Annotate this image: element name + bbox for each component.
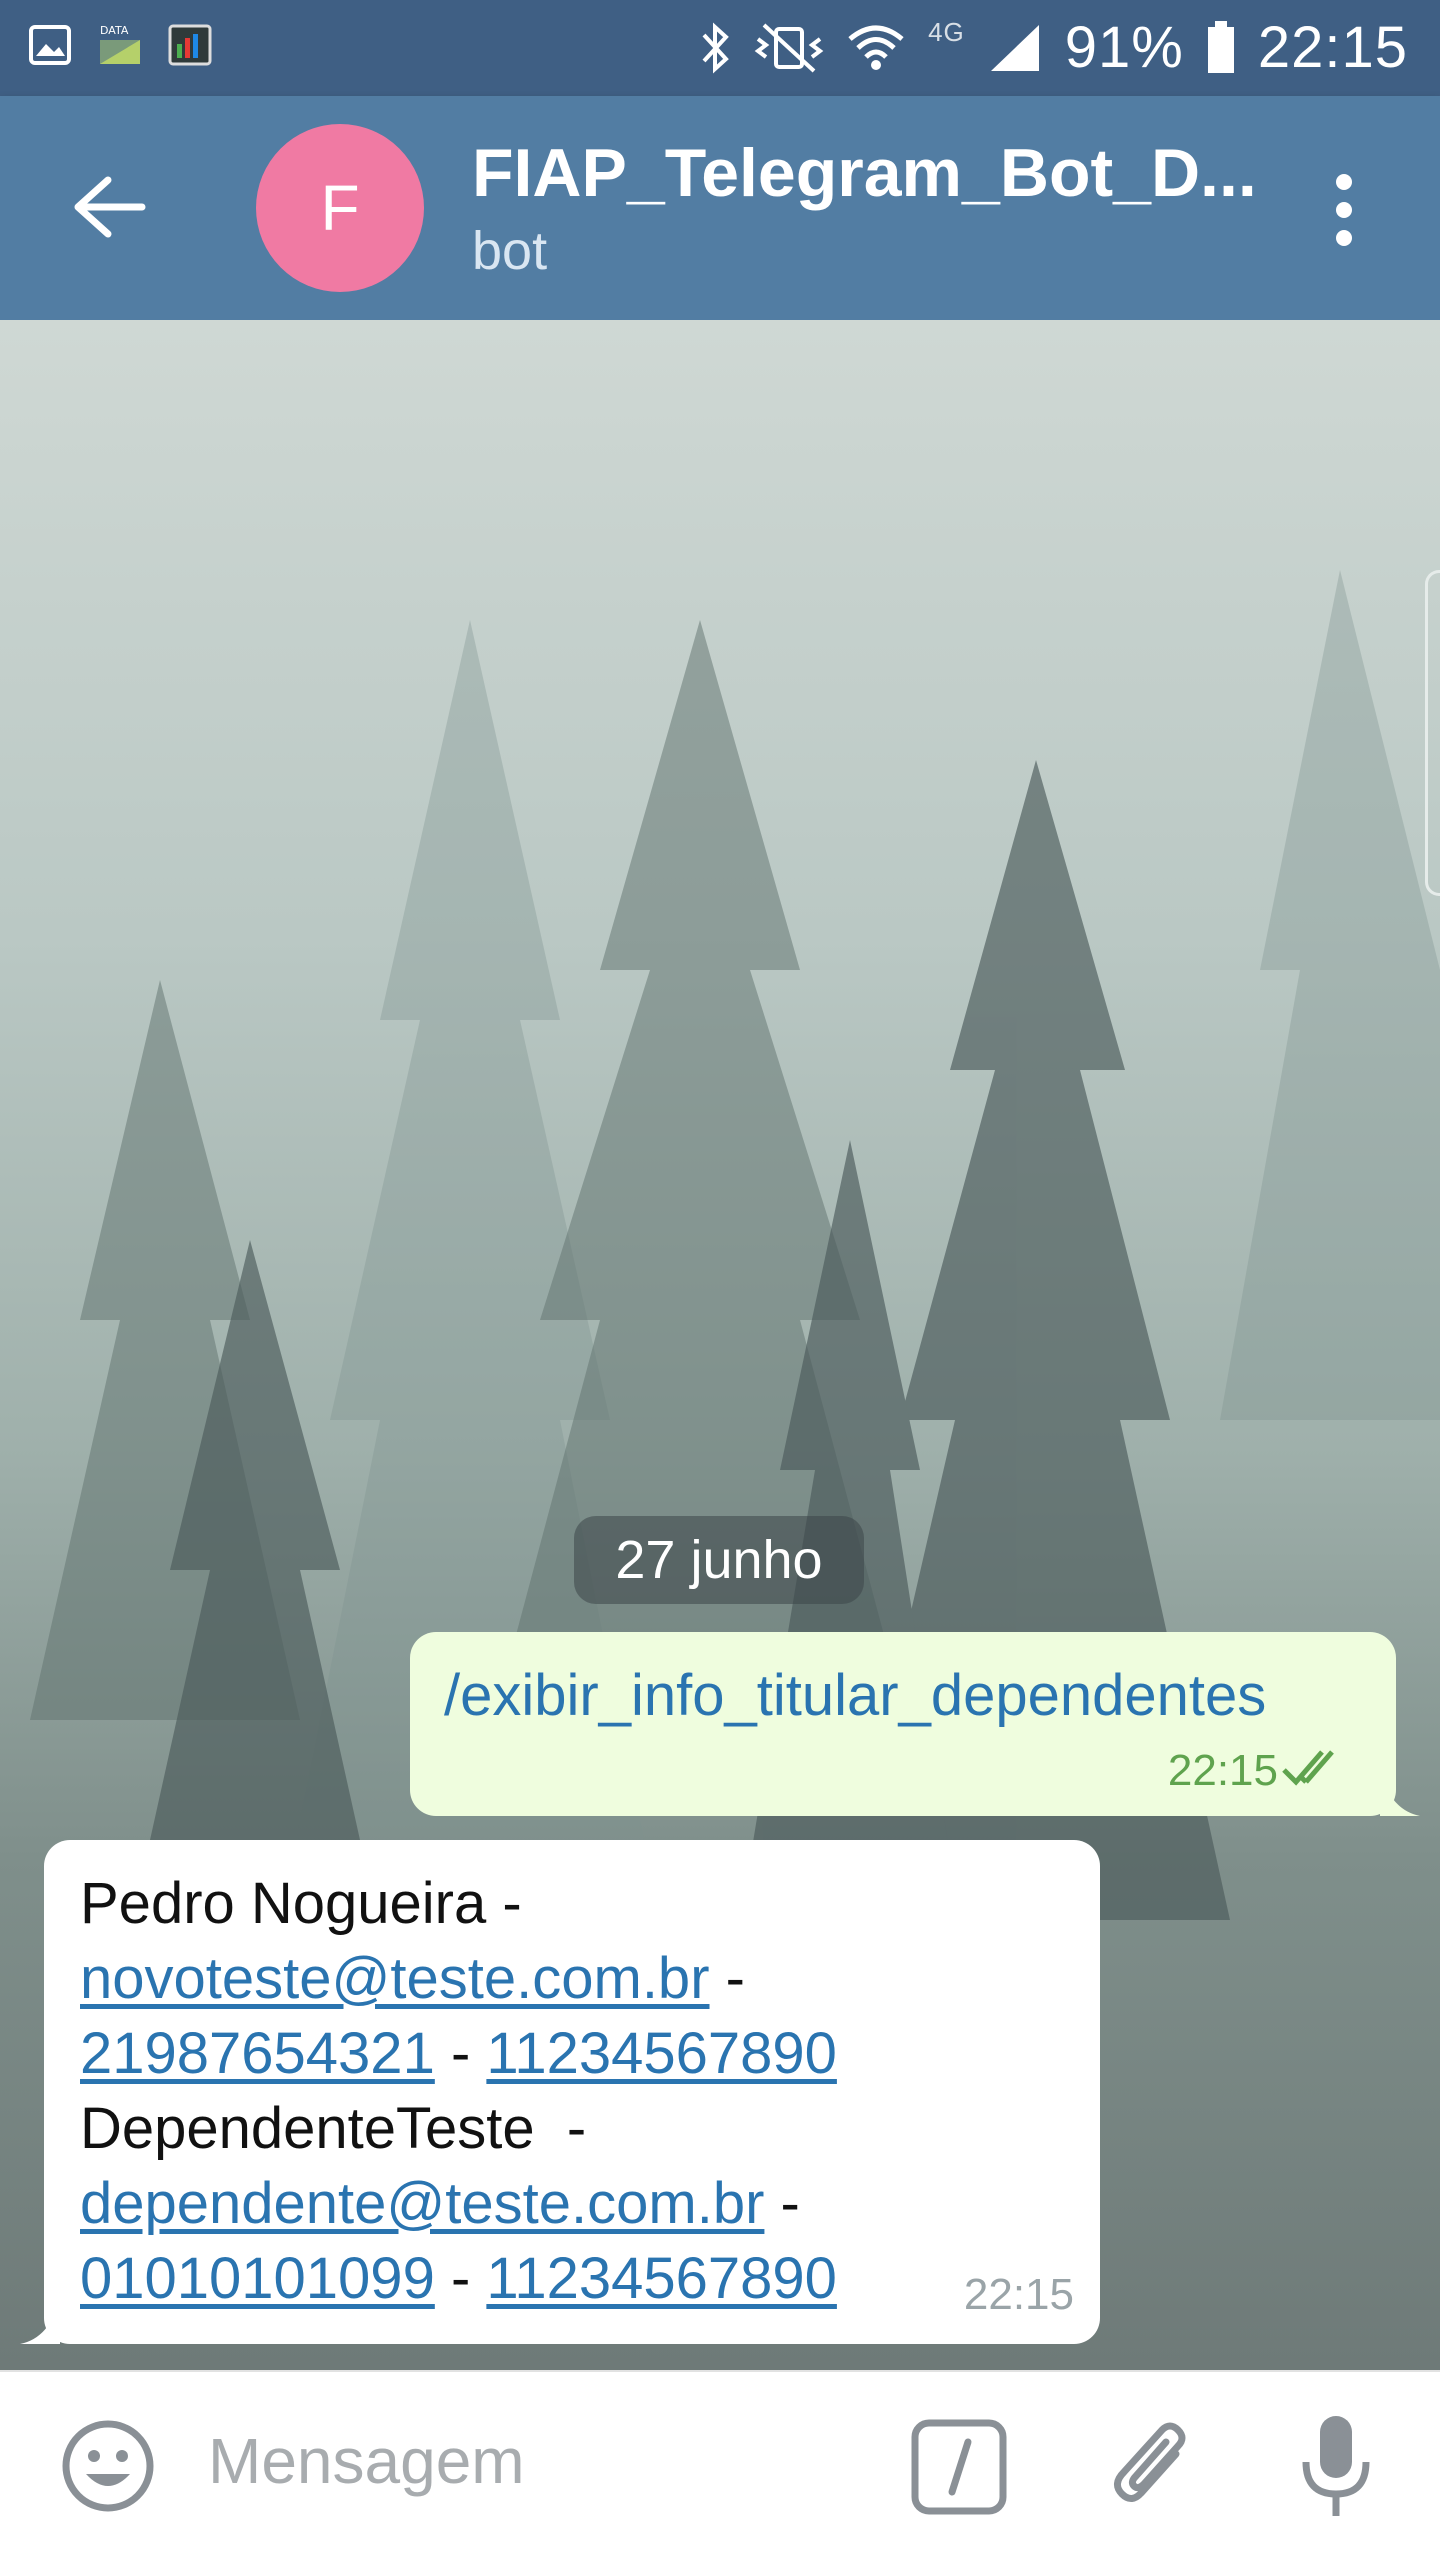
- chat-header: F FIAP_Telegram_Bot_D... bot: [0, 96, 1440, 320]
- separator-text: -: [709, 1946, 745, 2011]
- outgoing-message-text[interactable]: /exibir_info_titular_dependentes: [444, 1662, 1266, 1729]
- chat-title[interactable]: FIAP_Telegram_Bot_D...: [472, 134, 1257, 212]
- battery-icon: [1207, 20, 1234, 73]
- wifi-icon: [848, 25, 904, 70]
- message-input-bar: Mensagem: [0, 2370, 1440, 2562]
- signal-icon: [990, 24, 1039, 71]
- phone-link[interactable]: 21987654321: [80, 2021, 435, 2086]
- message-time: 22:15: [963, 2270, 1074, 2319]
- attach-icon[interactable]: [1106, 2414, 1198, 2518]
- microphone-icon[interactable]: [1298, 2412, 1374, 2522]
- incoming-message-text: Pedro Nogueira - novoteste@teste.com.br …: [80, 1866, 837, 2316]
- email-link[interactable]: dependente@teste.com.br: [80, 2171, 764, 2236]
- dependente-name-line: DependenteTeste -: [80, 2096, 587, 2161]
- incoming-message[interactable]: Pedro Nogueira - novoteste@teste.com.br …: [44, 1840, 1100, 2344]
- emoji-icon[interactable]: [60, 2418, 156, 2514]
- status-left-icons: DATA: [28, 22, 212, 68]
- outgoing-message[interactable]: /exibir_info_titular_dependentes 22:15: [410, 1632, 1396, 1816]
- more-menu-icon[interactable]: [1320, 172, 1368, 248]
- bot-command-icon[interactable]: [910, 2418, 1008, 2516]
- bluetooth-icon: [702, 21, 729, 74]
- separator-text: -: [764, 2171, 800, 2236]
- status-bar: DATA 4G 91% 22:15: [0, 0, 1440, 96]
- double-check-icon: [1282, 1750, 1334, 1786]
- scroll-indicator[interactable]: [1425, 570, 1440, 896]
- titular-name-line: Pedro Nogueira -: [80, 1871, 522, 1936]
- message-time: 22:15: [1167, 1746, 1278, 1795]
- battery-percent: 91%: [1064, 15, 1184, 80]
- separator-text: -: [434, 2021, 487, 2086]
- message-input[interactable]: Mensagem: [208, 2424, 525, 2498]
- titular-phones-line: 21987654321 - 11234567890: [80, 2016, 837, 2091]
- back-arrow-icon[interactable]: [70, 174, 146, 240]
- titular-email-line: novoteste@teste.com.br -: [80, 1941, 837, 2016]
- email-link[interactable]: novoteste@teste.com.br: [80, 1946, 710, 2011]
- monitor-icon: [168, 24, 212, 66]
- gallery-icon: [29, 25, 71, 65]
- date-separator: 27 junho: [574, 1516, 864, 1604]
- vibrate-icon: [754, 23, 824, 72]
- avatar[interactable]: F: [256, 124, 424, 292]
- dependente-email-line: dependente@teste.com.br -: [80, 2166, 837, 2241]
- network-type: 4G: [928, 17, 965, 47]
- chat-subtitle: bot: [472, 221, 548, 281]
- clock: 22:15: [1257, 15, 1408, 80]
- phone-link[interactable]: 11234567890: [486, 2021, 837, 2086]
- separator-text: -: [434, 2246, 487, 2311]
- svg-text:DATA: DATA: [100, 24, 129, 37]
- dependente-phones-line: 01010101099 - 11234567890: [80, 2241, 837, 2316]
- data-icon: DATA: [100, 24, 140, 64]
- phone-link[interactable]: 01010101099: [80, 2246, 435, 2311]
- phone-link[interactable]: 11234567890: [486, 2246, 837, 2311]
- status-right-icons: 4G 91% 22:15: [698, 14, 1408, 81]
